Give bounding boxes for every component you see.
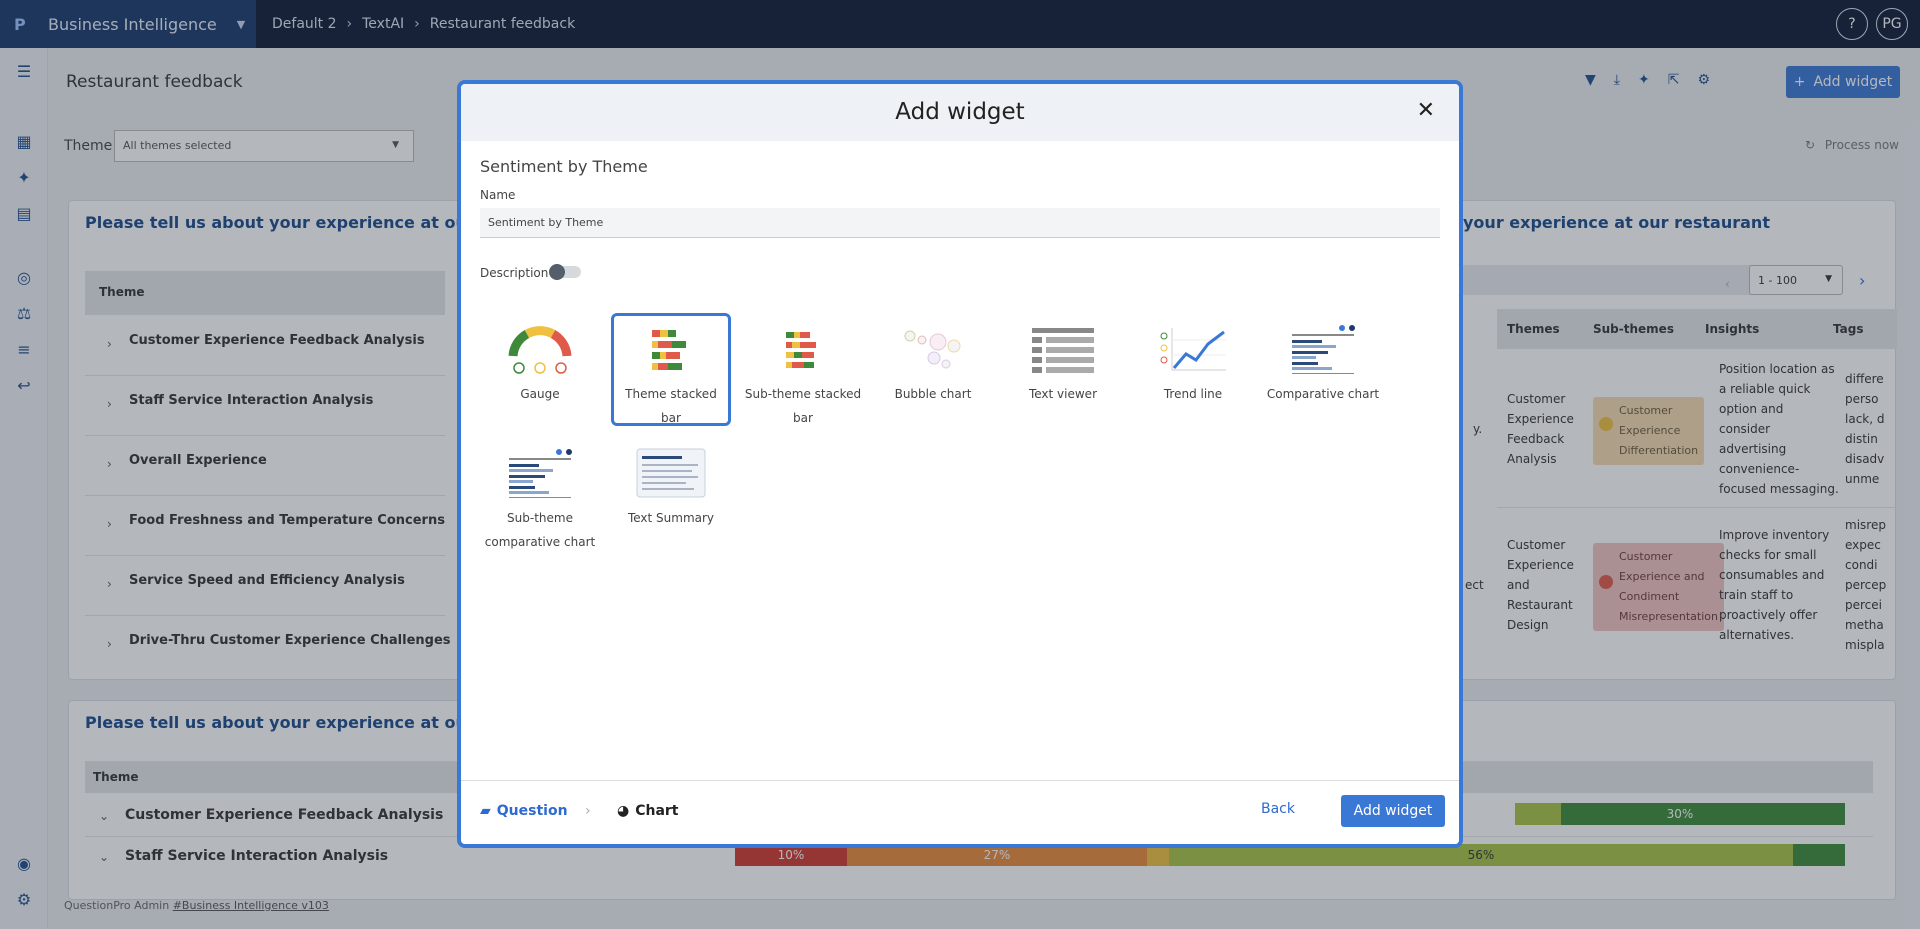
widget-name-input[interactable] [480, 208, 1440, 238]
widget-option-gauge[interactable]: Gauge [481, 316, 599, 428]
widget-option-label: Sub-theme comparative chart [484, 511, 596, 549]
step-question[interactable]: ▰ Question [480, 803, 568, 819]
sub-theme-stacked-bar-icon [786, 332, 816, 368]
step-chart-label: Chart [635, 803, 679, 819]
widget-option-label: Trend line [1163, 387, 1223, 401]
widget-option-theme-stacked-bar[interactable]: Theme stacked bar [611, 313, 731, 426]
widget-option-sub-theme-comparative-chart[interactable]: Sub-theme comparative chart [481, 440, 599, 560]
comparative-chart-icon [1292, 325, 1355, 374]
widget-option-text-summary[interactable]: Text Summary [611, 440, 731, 552]
name-label: Name [480, 188, 516, 202]
bubble-chart-icon [904, 330, 961, 369]
widget-option-label: Text Summary [627, 511, 715, 525]
widget-option-label: Sub-theme stacked bar [744, 387, 862, 425]
widget-option-label: Gauge [520, 387, 560, 401]
close-icon[interactable]: ✕ [1417, 98, 1435, 123]
widget-option-sub-theme-stacked-bar[interactable]: Sub-theme stacked bar [741, 316, 865, 428]
widget-option-label: Text viewer [1028, 387, 1098, 401]
question-icon: ▰ [480, 803, 491, 819]
gauge-icon [508, 326, 572, 374]
widget-option-trend-line[interactable]: Trend line [1131, 316, 1255, 428]
widget-option-label: Bubble chart [894, 387, 972, 401]
modal-header: Add widget ✕ [461, 84, 1459, 141]
modal-title: Add widget [895, 99, 1025, 125]
widget-option-text-viewer[interactable]: Text viewer [1001, 316, 1125, 428]
theme-stacked-bar-icon [652, 330, 686, 370]
text-viewer-icon [1032, 328, 1094, 373]
widget-option-comparative-chart[interactable]: Comparative chart [1261, 316, 1385, 428]
widget-heading: Sentiment by Theme [480, 157, 648, 176]
description-label: Description [480, 266, 549, 280]
add-widget-modal: Add widget ✕ Sentiment by Theme Name Des… [457, 80, 1463, 848]
text-summary-icon [636, 448, 706, 498]
widget-option-bubble-chart[interactable]: Bubble chart [871, 316, 995, 428]
sub-theme-comparative-chart-icon [509, 449, 572, 498]
step-chart[interactable]: ◕ Chart [617, 803, 679, 819]
trend-line-icon [1160, 328, 1226, 371]
chevron-right-icon: › [585, 803, 591, 819]
add-widget-button[interactable]: Add widget [1341, 795, 1445, 827]
modal-footer: ▰ Question › ◕ Chart Back Add widget [461, 780, 1459, 844]
step-question-label: Question [496, 803, 568, 819]
toggle-knob [549, 264, 565, 280]
description-toggle[interactable] [549, 264, 581, 280]
widget-option-label: Comparative chart [1266, 387, 1380, 401]
chart-icon: ◕ [617, 803, 630, 819]
back-button[interactable]: Back [1261, 801, 1295, 817]
widget-option-label: Theme stacked bar [625, 387, 717, 425]
